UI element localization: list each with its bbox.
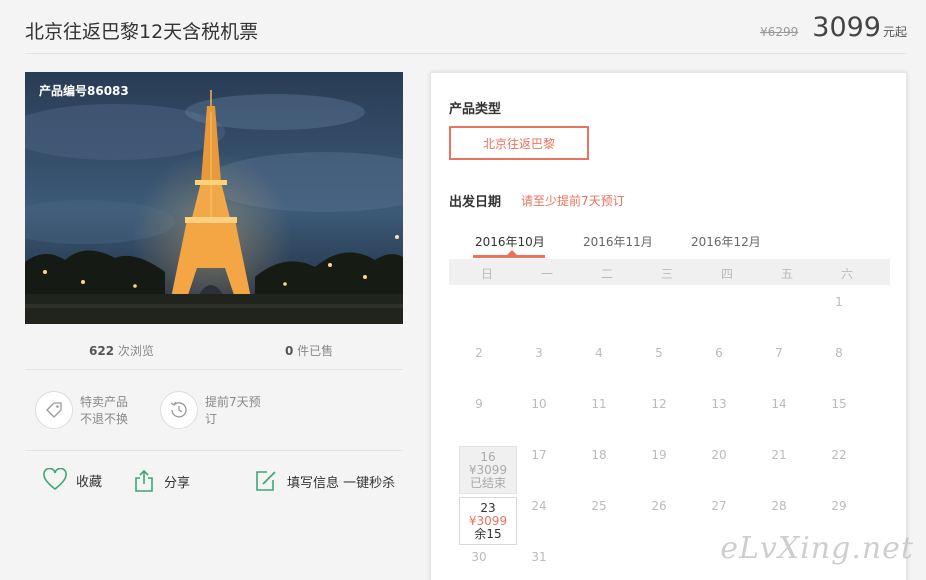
tab-month-nov[interactable]: 2016年11月 [583, 233, 653, 250]
views-label: 次浏览 [114, 344, 154, 358]
weekday-label: 三 [660, 267, 673, 281]
calendar-day: 13 [711, 397, 727, 411]
calendar-day: 30 [471, 550, 487, 564]
stats-bar: 622 次浏览 0 件已售 [25, 328, 403, 370]
views-stat: 622 次浏览 [89, 342, 154, 359]
calendar-day: 11 [591, 397, 607, 411]
calendar-day: 2 [475, 346, 483, 360]
calendar-day: 6 [715, 346, 723, 360]
product-header: 北京往返巴黎12天含税机票 ¥6299 3099 元起 [25, 0, 907, 54]
booking-panel: 产品类型 北京往返巴黎 出发日期 请至少提前7天预订 2016年10月 2016… [430, 72, 907, 580]
weekday-label: 一 [540, 267, 553, 281]
day-status: 余15 [474, 527, 502, 541]
price-box: ¥6299 3099 元起 [760, 12, 907, 43]
weekday-header: 日 一 二 三 四 五 六 [449, 259, 890, 285]
share-label: 分享 [164, 475, 191, 491]
calendar-day: 15 [831, 397, 847, 411]
calendar-day: 21 [771, 448, 787, 462]
fill-info-button[interactable]: 填写信息 一键秒杀 [253, 468, 395, 494]
action-bar: 收藏 分享 填写信息 一键秒杀 [25, 462, 403, 502]
feature-special-sale: 特卖产品 不退不换 [35, 391, 128, 429]
calendar-day: 10 [531, 397, 547, 411]
product-photo: 产品编号86083 [25, 72, 403, 324]
calendar-day: 1 [835, 295, 843, 309]
price-unit: 元起 [882, 25, 907, 39]
calendar-day-available[interactable]: 23 ¥3099 余15 [459, 497, 517, 545]
weekday-label: 日 [480, 267, 493, 281]
weekday-label: 二 [600, 267, 613, 281]
calendar-day: 22 [831, 448, 847, 462]
fill-info-label: 填写信息 一键秒杀 [287, 475, 396, 491]
day-status: 已结束 [469, 476, 506, 490]
calendar-day: 25 [591, 499, 607, 513]
current-price: 3099 [812, 12, 881, 43]
weekday-label: 六 [840, 267, 853, 281]
calendar-day: 8 [835, 346, 843, 360]
share-icon [135, 469, 153, 492]
feature-line: 提前7天预 [205, 395, 261, 409]
feature-advance-booking: 提前7天预 订 [160, 391, 261, 429]
weekday-label: 五 [780, 267, 793, 281]
calendar-day: 26 [651, 499, 667, 513]
product-title: 北京往返巴黎12天含税机票 [25, 21, 259, 43]
edit-icon [256, 471, 276, 491]
views-count: 622 [89, 344, 115, 358]
heart-icon [43, 468, 67, 491]
active-tab-underline [473, 255, 545, 258]
calendar-day: 14 [771, 397, 787, 411]
original-price: ¥6299 [760, 25, 799, 39]
calendar-day: 28 [771, 499, 787, 513]
feature-line: 不退不换 [80, 412, 129, 426]
calendar-day: 12 [651, 397, 667, 411]
calendar-day: 29 [831, 499, 847, 513]
calendar-day-ended: 16 ¥3099 已结束 [459, 446, 517, 494]
calendar-day: 19 [651, 448, 667, 462]
feature-line: 特卖产品 [80, 395, 129, 409]
booking-hint: 请至少提前7天预订 [521, 194, 625, 208]
calendar-day: 27 [711, 499, 727, 513]
product-type-label: 产品类型 [449, 102, 502, 117]
clock-history-icon [160, 391, 198, 429]
calendar-day: 24 [531, 499, 547, 513]
product-features: 特卖产品 不退不换 提前7天预 订 [25, 371, 403, 451]
calendar-day: 3 [535, 346, 543, 360]
watermark: eLvXing.net [720, 531, 914, 566]
sold-label: 件已售 [293, 344, 334, 358]
calendar-day: 7 [775, 346, 783, 360]
sold-stat: 0 件已售 [285, 342, 333, 359]
share-button[interactable]: 分享 [132, 468, 190, 494]
tab-month-oct[interactable]: 2016年10月 [475, 233, 545, 250]
departure-date-label: 出发日期 [449, 195, 502, 210]
eiffel-tower-image [25, 72, 403, 324]
calendar-day: 5 [655, 346, 663, 360]
calendar-day: 9 [475, 397, 483, 411]
calendar-day: 18 [591, 448, 607, 462]
calendar-day: 31 [531, 550, 547, 564]
product-type-option[interactable]: 北京往返巴黎 [449, 126, 589, 160]
tag-icon [35, 391, 73, 429]
feature-line: 订 [205, 412, 218, 426]
calendar-day: 4 [595, 346, 603, 360]
tab-month-dec[interactable]: 2016年12月 [691, 233, 761, 250]
favorite-button[interactable]: 收藏 [42, 468, 102, 492]
product-code: 产品编号86083 [39, 84, 129, 98]
calendar-day: 20 [711, 448, 727, 462]
favorite-label: 收藏 [76, 474, 103, 490]
calendar-day: 17 [531, 448, 547, 462]
weekday-label: 四 [720, 267, 733, 281]
